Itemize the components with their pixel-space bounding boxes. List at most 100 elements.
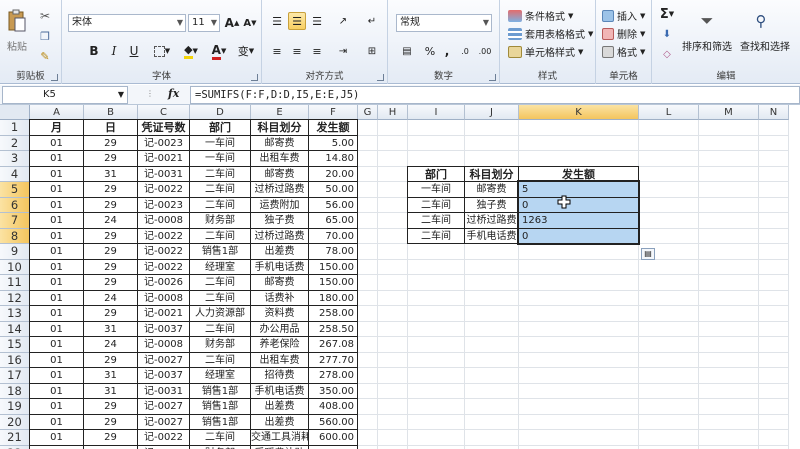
table-cell[interactable]: 560.00 [308,413,358,430]
table-cell[interactable]: 话费补 [250,289,309,306]
grid-cell[interactable] [639,399,699,415]
grid-cell[interactable] [408,430,465,446]
table-cell[interactable]: 24 [83,444,138,449]
alignment-launcher-icon[interactable] [377,74,384,81]
format-painter-button[interactable]: ✎ [36,48,54,64]
align-center-button[interactable]: ≡ [288,42,306,60]
grid-cell[interactable] [358,228,378,244]
grid-cell[interactable] [358,383,378,399]
grid-cell[interactable] [378,383,408,399]
table-cell[interactable]: 50.00 [308,181,358,198]
table-cell[interactable]: 01 [29,336,84,353]
grid-cell[interactable] [358,445,378,449]
paste-button[interactable] [4,6,30,36]
font-launcher-icon[interactable] [251,74,258,81]
format-as-table-button[interactable]: 套用表格格式 ▼ [508,26,593,41]
grid-cell[interactable] [519,383,639,399]
grid-cell[interactable] [378,352,408,368]
grid-cell[interactable] [759,166,789,182]
grid-cell[interactable] [759,120,789,136]
grid-cell[interactable] [358,197,378,213]
grid-cell[interactable] [408,337,465,353]
grid-cell[interactable] [699,290,759,306]
grid-cell[interactable] [378,228,408,244]
table-cell[interactable]: 办公用品 [250,320,309,337]
table-cell[interactable]: 二车间 [189,181,251,198]
grid-cell[interactable] [519,135,639,151]
table-cell[interactable]: 29 [83,398,138,415]
grid-cell[interactable] [699,244,759,260]
table-cell[interactable]: 经理室 [189,367,251,384]
align-top-button[interactable]: ☰ [268,12,286,30]
bold-button[interactable]: B [86,42,102,60]
table-cell[interactable]: 出租车费 [250,150,309,167]
table-cell[interactable]: 手机电话费 [250,382,309,399]
grid-cell[interactable] [759,244,789,260]
grid-cell[interactable] [519,399,639,415]
grid-cell[interactable] [699,228,759,244]
insert-button[interactable]: 插入 ▼ [602,8,645,23]
grid-cell[interactable] [759,275,789,291]
grid-cell[interactable] [408,259,465,275]
merge-button[interactable]: ⊞ [362,42,382,60]
indent-button[interactable]: ⇥ [332,42,354,60]
grid-cell[interactable] [519,368,639,384]
grid-cell[interactable] [639,430,699,446]
lookup-result-cell[interactable]: 0 [518,196,639,213]
grid-cell[interactable] [519,337,639,353]
grid-cell[interactable] [408,352,465,368]
grid-cell[interactable] [699,368,759,384]
grid-cell[interactable] [699,321,759,337]
grid-cell[interactable] [465,244,519,260]
grid-cell[interactable] [759,151,789,167]
grid-cell[interactable] [759,306,789,322]
table-cell[interactable]: 29 [83,243,138,260]
grid-cell[interactable] [358,151,378,167]
table-cell[interactable]: 记-0022 [137,429,190,446]
shrink-font-button[interactable]: A ▼ [242,14,258,32]
table-cell[interactable]: 01 [29,398,84,415]
grid-cell[interactable] [759,135,789,151]
grid-cell[interactable] [699,414,759,430]
row-header-21[interactable]: 21 [0,430,30,446]
table-cell[interactable]: 150.00 [308,258,358,275]
grid-cell[interactable] [465,151,519,167]
table-cell[interactable]: 278.00 [308,367,358,384]
table-cell[interactable]: 二车间 [189,429,251,446]
table-cell[interactable]: 二车间 [189,320,251,337]
row-header-11[interactable]: 11 [0,275,30,291]
table-cell[interactable]: 过桥过路费 [250,181,309,198]
table-cell[interactable]: 01 [29,289,84,306]
table-cell[interactable]: 29 [83,181,138,198]
table-cell[interactable]: 二车间 [189,196,251,213]
column-header-f[interactable]: F [309,105,358,120]
grid-cell[interactable] [358,259,378,275]
table-cell[interactable]: 01 [29,444,84,449]
align-bottom-button[interactable]: ☰ [308,12,326,30]
table-cell[interactable]: 01 [29,413,84,430]
grid-cell[interactable] [358,213,378,229]
row-header-14[interactable]: 14 [0,321,30,337]
column-header-g[interactable]: G [358,105,378,120]
table-header-cell[interactable]: 科目划分 [250,119,309,136]
table-cell[interactable]: 925.00 [308,444,358,449]
lookup-cell[interactable]: 二车间 [407,196,465,213]
table-cell[interactable]: 267.08 [308,336,358,353]
cell-styles-button[interactable]: 单元格样式 ▼ [508,44,583,59]
table-header-cell[interactable]: 日 [83,119,138,136]
grid-cell[interactable] [465,399,519,415]
grid-cell[interactable] [358,290,378,306]
grid-cell[interactable] [699,151,759,167]
row-header-5[interactable]: 5 [0,182,30,198]
grid-cell[interactable] [759,337,789,353]
grid-cell[interactable] [699,120,759,136]
grid-cell[interactable] [699,259,759,275]
grid-cell[interactable] [378,399,408,415]
lookup-header-cell[interactable]: 科目划分 [464,165,519,182]
grid-cell[interactable] [378,275,408,291]
row-header-19[interactable]: 19 [0,399,30,415]
table-cell[interactable]: 600.00 [308,429,358,446]
grid-cell[interactable] [639,259,699,275]
column-header-h[interactable]: H [378,105,408,120]
grid-cell[interactable] [639,151,699,167]
